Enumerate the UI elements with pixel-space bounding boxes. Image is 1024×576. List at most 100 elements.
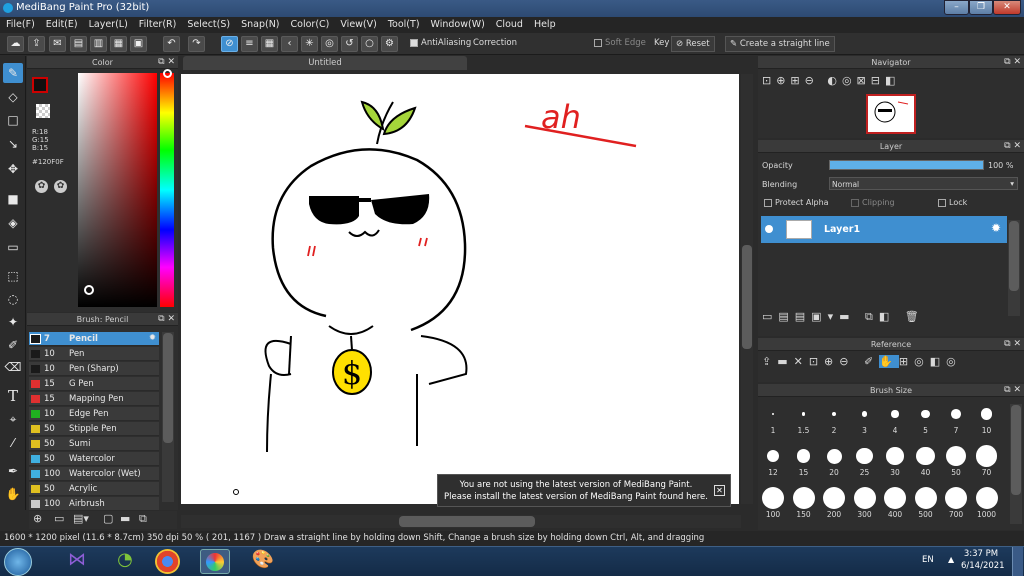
drawing-canvas[interactable]: $ ah	[181, 74, 739, 504]
visual-studio-icon[interactable]: ⋈	[62, 549, 92, 574]
brush-menu-icon[interactable]: ▤▾	[73, 512, 89, 525]
add-brush-icon[interactable]: ⊕	[33, 512, 42, 525]
brush-size-dot[interactable]	[853, 487, 876, 509]
comment-icon[interactable]: ✉	[49, 36, 66, 52]
document-tab[interactable]: Untitled	[183, 56, 467, 70]
brush-list-item[interactable]: 100 Airbrush	[29, 497, 159, 511]
brush-size-dot[interactable]	[945, 445, 967, 467]
brush-size-dot[interactable]	[891, 410, 899, 418]
brush-list-item[interactable]: 50 Watercolor	[29, 452, 159, 466]
protect-alpha-checkbox[interactable]: Protect Alpha	[764, 198, 829, 207]
hue-slider[interactable]	[160, 73, 174, 307]
layer-footer-buttons[interactable]: ▭▤▤▣▾▬ ⧉◧ 🗑	[762, 310, 925, 324]
snap-ellipse-icon[interactable]: ○	[361, 36, 378, 52]
paint-icon[interactable]: 🎨	[248, 549, 278, 574]
show-desktop-button[interactable]	[1012, 547, 1023, 576]
antialiasing-checkbox[interactable]: AntiAliasing	[410, 38, 471, 48]
share-icon[interactable]: ⇪	[28, 36, 45, 52]
eyedropper-tool-icon[interactable]: ⁄	[3, 433, 23, 453]
menu-item[interactable]: Edit(E)	[40, 17, 83, 30]
brush-list-item[interactable]: 10 Pen	[29, 347, 159, 361]
update-notice[interactable]: You are not using the latest version of …	[437, 474, 731, 507]
menu-item[interactable]: Help	[528, 17, 561, 30]
close-icon[interactable]: ⧉ ✕	[1004, 57, 1021, 67]
brush-settings-icon[interactable]: ✹	[149, 333, 156, 343]
menu-item[interactable]: Select(S)	[181, 17, 235, 30]
brush-list-item[interactable]: 10 Edge Pen	[29, 407, 159, 421]
snap-settings-icon[interactable]: ⚙	[381, 36, 398, 52]
duplicate-icon[interactable]: ⧉	[139, 512, 147, 526]
snap-curve-icon[interactable]: ↺	[341, 36, 358, 52]
primary-color-swatch[interactable]	[32, 77, 48, 93]
brush-size-dot[interactable]	[796, 449, 811, 463]
select-tool-icon[interactable]: ⬚	[3, 266, 23, 286]
brush-size-dot[interactable]	[980, 408, 993, 420]
brush-tool-icon[interactable]: ✎	[3, 63, 23, 83]
select-eraser-tool-icon[interactable]: ⌫	[3, 357, 23, 377]
brush-size-dot[interactable]	[916, 446, 935, 466]
chat-icon[interactable]: ▤	[70, 36, 87, 52]
document-icon[interactable]: ▥	[90, 36, 107, 52]
brush-list-item[interactable]: 7 Pencil ✹	[29, 332, 159, 346]
lasso-tool-icon[interactable]: ◌	[3, 289, 23, 309]
brush-list-item[interactable]: 50 Sumi	[29, 437, 159, 451]
maximize-button[interactable]: ❐	[969, 0, 993, 15]
brush-size-dot[interactable]	[975, 445, 998, 467]
language-indicator[interactable]: EN	[922, 555, 934, 565]
start-button[interactable]	[4, 548, 32, 576]
soft-edge-checkbox[interactable]: Soft Edge	[594, 38, 646, 48]
snap-parallel-icon[interactable]: ≡	[241, 36, 258, 52]
close-button[interactable]: ✕	[993, 0, 1021, 15]
menu-item[interactable]: File(F)	[0, 17, 40, 30]
clipping-checkbox[interactable]: Clipping	[851, 198, 895, 207]
close-icon[interactable]: ⧉ ✕	[158, 57, 175, 67]
brush-size-dot[interactable]	[921, 409, 930, 419]
move-tool-icon[interactable]: ✥	[3, 159, 23, 179]
rectangle-tool-icon[interactable]: □	[3, 110, 23, 130]
sv-picker-cursor[interactable]	[84, 285, 94, 295]
palette-icon[interactable]: ✿	[35, 180, 48, 193]
text-tool-icon[interactable]: T	[3, 386, 23, 406]
close-icon[interactable]: ⧉ ✕	[1004, 385, 1021, 395]
copy-brush-icon[interactable]: ▢	[103, 512, 113, 525]
brush-list-item[interactable]: 100 Watercolor (Wet)	[29, 467, 159, 481]
close-icon[interactable]: ⧉ ✕	[158, 314, 175, 324]
menu-item[interactable]: Color(C)	[285, 17, 335, 30]
navigator-thumbnail[interactable]	[866, 94, 916, 134]
brush-size-dot[interactable]	[823, 487, 845, 509]
secondary-color-swatch[interactable]	[36, 104, 50, 118]
reference-controls[interactable]: ⇪▬✕⊡⊕⊖ ✐✋⊞◎◧◎	[762, 355, 962, 368]
medibang-taskbar-icon[interactable]	[200, 549, 230, 574]
brush-list-item[interactable]: 50 Stipple Pen	[29, 422, 159, 436]
brush-size-dot[interactable]	[914, 487, 937, 509]
vertical-scroll-thumb[interactable]	[742, 245, 752, 349]
folder-icon[interactable]: ▬	[120, 512, 130, 525]
close-icon[interactable]: ⧉ ✕	[1004, 141, 1021, 151]
select-pen-tool-icon[interactable]: ✐	[3, 335, 23, 355]
menu-item[interactable]: Window(W)	[425, 17, 490, 30]
brush-size-dot[interactable]	[861, 411, 868, 417]
dot-tool-icon[interactable]: ↘	[3, 134, 23, 154]
snap-off-icon[interactable]: ⊘	[221, 36, 238, 52]
close-notice-icon[interactable]: ✕	[714, 485, 725, 496]
brush-size-dot[interactable]	[975, 487, 998, 509]
brush-size-dot[interactable]	[951, 409, 961, 419]
cloud-icon[interactable]: ☁	[7, 36, 24, 52]
brush-size-dot[interactable]	[856, 447, 873, 465]
snap-circle-icon[interactable]: ◎	[321, 36, 338, 52]
menu-item[interactable]: Snap(N)	[235, 17, 284, 30]
minimize-button[interactable]: –	[944, 0, 969, 15]
layer-visibility-icon[interactable]	[765, 225, 773, 233]
layer-scrollbar[interactable]	[1008, 220, 1020, 316]
divide-tool-icon[interactable]: ⌖	[3, 409, 23, 429]
app-icon[interactable]: ◔	[110, 549, 140, 574]
brush-list-item[interactable]: 15 G Pen	[29, 377, 159, 391]
menu-item[interactable]: Cloud	[490, 17, 528, 30]
brush-size-dot[interactable]	[766, 449, 780, 463]
gradient-tool-icon[interactable]: ▭	[3, 237, 23, 257]
tray-arrow-icon[interactable]: ▲	[948, 555, 954, 564]
new-brush-icon[interactable]: ▭	[54, 512, 64, 525]
brush-size-dot[interactable]	[884, 487, 906, 509]
brush-list-item[interactable]: 15 Mapping Pen	[29, 392, 159, 406]
horizontal-scroll-thumb[interactable]	[399, 516, 535, 527]
